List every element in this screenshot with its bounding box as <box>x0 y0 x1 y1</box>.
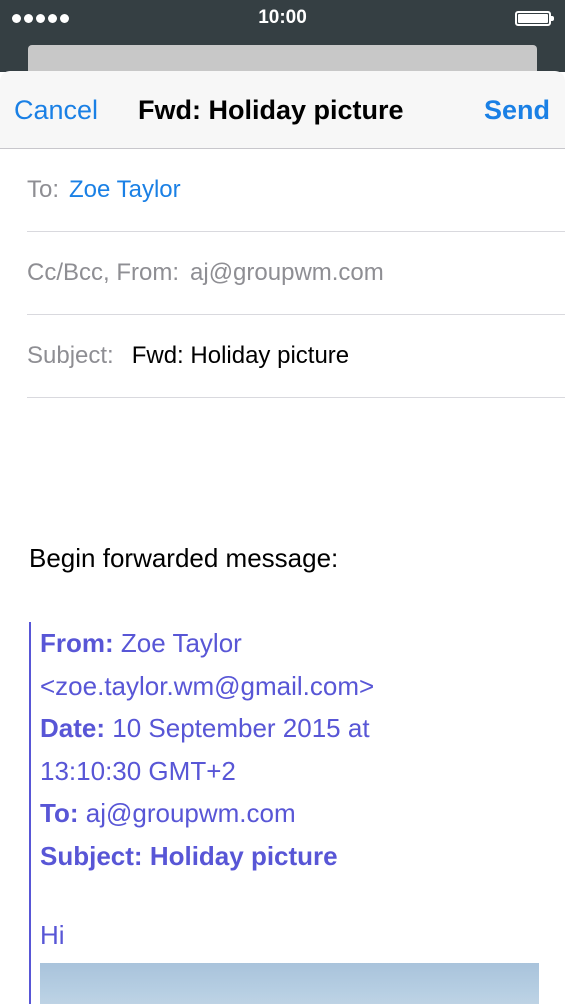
forwarded-to-label: To: <box>40 798 79 828</box>
forwarded-date-line: Date: 10 September 2015 at <box>40 707 540 750</box>
forwarded-from-line: From: Zoe Taylor <box>40 622 540 665</box>
send-button[interactable]: Send <box>484 95 550 126</box>
forwarded-greeting: Hi <box>40 920 65 950</box>
forwarded-to-line: To: aj@groupwm.com <box>40 792 540 835</box>
mail-compose-screen: 10:00 Cancel Fwd: Holiday picture Send T… <box>0 0 565 1004</box>
battery-full-icon <box>515 11 554 26</box>
forwarded-to-value[interactable]: aj@groupwm.com <box>86 798 296 828</box>
forwarded-date-label: Date: <box>40 713 106 743</box>
attached-photo[interactable] <box>40 963 539 1004</box>
forward-intro-text: Begin forwarded message: <box>29 543 339 573</box>
forwarded-headers: From: Zoe Taylor <zoe.taylor.wm@gmail.co… <box>40 622 540 877</box>
forwarded-from-name: Zoe Taylor <box>120 628 242 658</box>
cc-bcc-from-label: Cc/Bcc, From: <box>27 259 180 286</box>
forwarded-date-value: 10 September 2015 at <box>112 713 370 743</box>
from-address[interactable]: aj@groupwm.com <box>190 259 384 287</box>
subject-label: Subject: <box>27 342 114 369</box>
subject-input[interactable]: Fwd: Holiday picture <box>132 342 349 370</box>
to-label: To: <box>27 176 60 203</box>
forwarded-from-email[interactable]: <zoe.taylor.wm@gmail.com> <box>40 665 540 708</box>
forwarded-message-quote[interactable]: From: Zoe Taylor <zoe.taylor.wm@gmail.co… <box>29 622 551 1004</box>
forwarded-subject-label: Subject: <box>40 840 143 871</box>
cancel-button[interactable]: Cancel <box>14 95 98 126</box>
to-recipient-token[interactable]: Zoe Taylor <box>69 176 181 204</box>
nav-bar: Cancel Fwd: Holiday picture Send <box>0 71 565 149</box>
page-title: Fwd: Holiday picture <box>138 95 404 125</box>
to-field[interactable]: To: Zoe Taylor <box>27 149 565 232</box>
forwarded-date-time: 13:10:30 GMT+2 <box>40 755 236 786</box>
cc-bcc-from-field[interactable]: Cc/Bcc, From: aj@groupwm.com <box>27 232 565 315</box>
status-bar: 10:00 <box>0 0 565 38</box>
forwarded-subject-value: Holiday picture <box>149 840 338 871</box>
subject-field[interactable]: Subject: Fwd: Holiday picture <box>27 315 565 398</box>
forwarded-from-label: From: <box>40 628 114 658</box>
status-time: 10:00 <box>258 7 307 28</box>
forwarded-subject-line: Subject: Holiday picture <box>40 835 540 878</box>
